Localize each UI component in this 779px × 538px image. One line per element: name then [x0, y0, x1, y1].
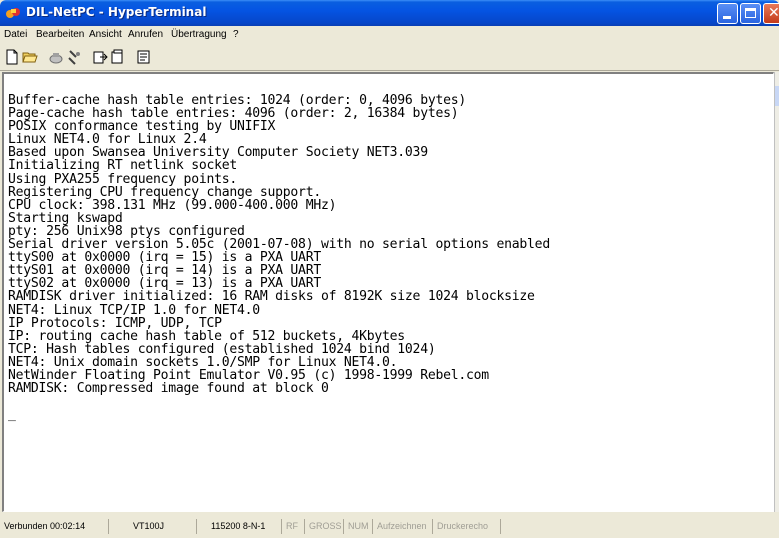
open-icon[interactable] — [22, 49, 38, 65]
minimize-icon — [723, 16, 731, 19]
terminal-window[interactable]: Buffer-cache hash table entries: 1024 (o… — [2, 72, 774, 512]
terminal-line: Registering CPU frequency change support… — [8, 184, 321, 200]
close-icon: ✕ — [768, 5, 779, 21]
terminal-line: IP Protocols: ICMP, UDP, TCP — [8, 315, 222, 331]
hyperterminal-icon[interactable] — [5, 5, 21, 21]
status-print-echo: Druckerecho — [432, 519, 488, 534]
properties-icon[interactable] — [136, 49, 152, 65]
disconnect-icon[interactable] — [66, 49, 82, 65]
terminal-line: IP: routing cache hash table of 512 buck… — [8, 328, 405, 344]
menu-ansicht[interactable]: Ansicht — [89, 29, 122, 40]
vertical-scrollbar[interactable] — [774, 72, 779, 512]
terminal-line: RAMDISK driver initialized: 16 RAM disks… — [8, 289, 535, 305]
terminal-line: NET4: Linux TCP/IP 1.0 for NET4.0 — [8, 302, 260, 318]
terminal-output: Buffer-cache hash table entries: 1024 (o… — [8, 94, 768, 506]
terminal-line: TCP: Hash tables configured (established… — [8, 341, 436, 357]
status-port-settings: 115200 8-N-1 — [196, 519, 265, 534]
new-icon[interactable] — [4, 49, 20, 65]
title-bar[interactable]: DIL-NetPC - HyperTerminal ✕ — [0, 0, 779, 26]
scrollbar-thumb[interactable] — [775, 86, 779, 106]
status-bar: Verbunden 00:02:14 VT100J 115200 8-N-1 R… — [0, 514, 779, 538]
connect-icon[interactable] — [48, 49, 64, 65]
maximize-button[interactable] — [740, 3, 761, 24]
status-scroll: RF — [281, 519, 298, 534]
menu-bar: Datei Bearbeiten Ansicht Anrufen Übertra… — [0, 26, 779, 44]
terminal-line: CPU clock: 398.131 MHz (99.000-400.000 M… — [8, 197, 337, 213]
terminal-line: RAMDISK: Compressed image found at block… — [8, 381, 329, 397]
maximize-icon — [745, 8, 756, 18]
terminal-line: NET4: Unix domain sockets 1.0/SMP for Li… — [8, 354, 398, 370]
receive-icon[interactable] — [110, 49, 126, 65]
status-capture: Aufzeichnen — [372, 519, 427, 534]
status-num: NUM — [343, 519, 369, 534]
status-spacer — [500, 519, 779, 534]
status-connection: Verbunden 00:02:14 — [4, 521, 86, 531]
toolbar — [0, 44, 779, 71]
close-button[interactable]: ✕ — [763, 3, 779, 24]
menu-uebertragung[interactable]: Übertragung — [171, 29, 227, 40]
terminal-line: Starting kswapd — [8, 210, 123, 226]
menu-help[interactable]: ? — [233, 29, 239, 40]
terminal-cursor: _ — [8, 407, 16, 423]
window-title: DIL-NetPC - HyperTerminal — [26, 5, 207, 19]
status-emulation: VT100J — [108, 519, 164, 534]
menu-datei[interactable]: Datei — [4, 29, 27, 40]
minimize-button[interactable] — [717, 3, 738, 24]
menu-anrufen[interactable]: Anrufen — [128, 29, 163, 40]
menu-bearbeiten[interactable]: Bearbeiten — [36, 29, 84, 40]
terminal-line: Using PXA255 frequency points. — [8, 171, 237, 187]
terminal-line: Initializing RT netlink socket — [8, 158, 237, 174]
status-caps: GROSS — [304, 519, 342, 534]
send-icon[interactable] — [92, 49, 108, 65]
